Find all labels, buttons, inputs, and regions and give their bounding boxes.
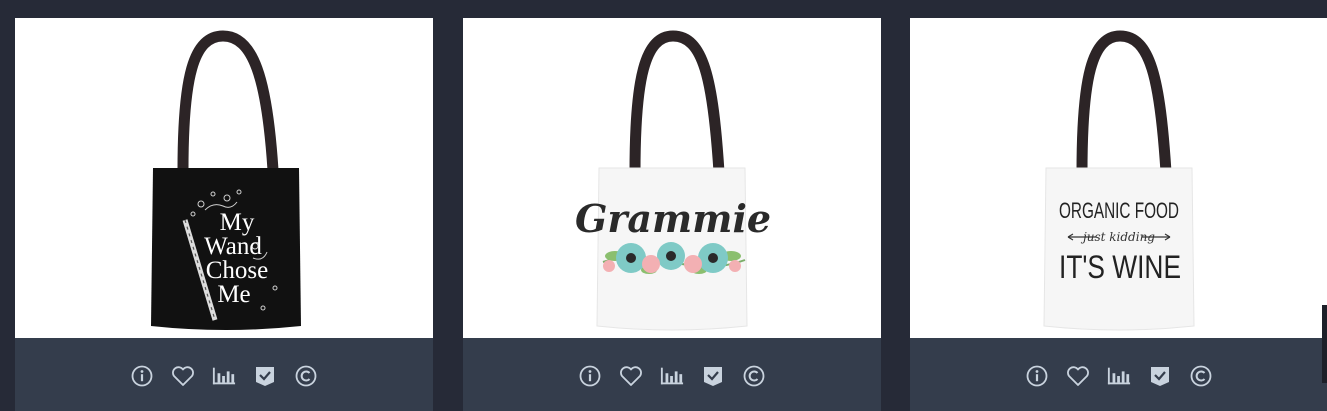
design-text-line: My (220, 209, 255, 236)
product-actions (910, 338, 1327, 411)
product-actions (15, 338, 433, 411)
info-icon[interactable] (578, 364, 602, 388)
product-card: ORGANIC FOOD just kidding IT'S WINE (910, 18, 1327, 411)
design-text-line: ORGANIC FOOD (1059, 198, 1179, 223)
design-text-line: Me (217, 281, 250, 308)
info-icon[interactable] (1025, 364, 1049, 388)
info-icon[interactable] (130, 364, 154, 388)
chart-icon[interactable] (660, 364, 684, 388)
design-text-line: Chose (206, 257, 269, 284)
product-image[interactable]: Grammie (463, 18, 881, 338)
product-card: Grammie (463, 18, 881, 411)
chart-icon[interactable] (212, 364, 236, 388)
product-image[interactable]: My Wand Chose Me (15, 18, 433, 338)
shield-check-icon[interactable] (253, 364, 277, 388)
heart-icon[interactable] (171, 364, 195, 388)
shield-check-icon[interactable] (701, 364, 725, 388)
product-grid: My Wand Chose Me Grammie ORGANIC FOOD ju… (0, 0, 1327, 411)
design-text-line: Grammie (575, 196, 771, 241)
shield-check-icon[interactable] (1148, 364, 1172, 388)
copyright-icon[interactable] (294, 364, 318, 388)
copyright-icon[interactable] (742, 364, 766, 388)
scrollbar-thumb[interactable] (1322, 305, 1327, 383)
product-actions (463, 338, 881, 411)
design-text-line: just kidding (1080, 230, 1155, 244)
design-text-line: Wand (204, 233, 262, 260)
heart-icon[interactable] (619, 364, 643, 388)
chart-icon[interactable] (1107, 364, 1131, 388)
design-text-line: IT'S WINE (1059, 249, 1181, 285)
product-image[interactable]: ORGANIC FOOD just kidding IT'S WINE (910, 18, 1327, 338)
heart-icon[interactable] (1066, 364, 1090, 388)
copyright-icon[interactable] (1189, 364, 1213, 388)
product-card: My Wand Chose Me (15, 18, 433, 411)
